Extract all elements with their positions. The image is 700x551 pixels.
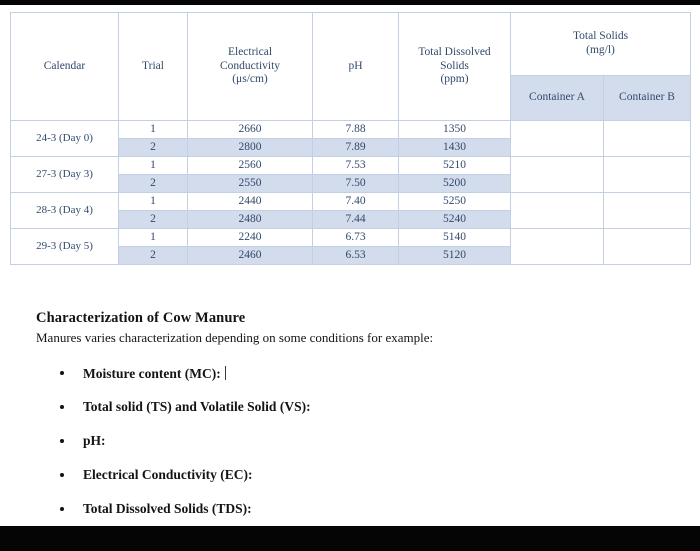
section-title: Characterization of Cow Manure [36,310,246,326]
cell-ph: 7.89 [312,138,399,157]
column-header-electrical-conductivity: Electrical Conductivity (μs/cm) [187,12,313,121]
cell-calendar: 27-3 (Day 3) [10,156,119,193]
cell-electrical-conductivity: 2660 [187,120,313,139]
cell-container-a [510,228,604,265]
bullet-item: Moisture content (MC): [36,365,656,382]
scan-artifact-bottom-bar [0,526,700,551]
header-line-1: Total Dissolved [418,46,491,59]
cell-electrical-conductivity: 2560 [187,156,313,175]
cell-total-dissolved-solids: 5120 [398,246,511,265]
cell-ph: 6.53 [312,246,399,265]
cell-trial: 2 [118,174,188,193]
column-header-total-solids: Total Solids (mg/l) [509,12,692,76]
cell-container-b [602,192,692,229]
cell-electrical-conductivity: 2240 [187,228,313,247]
cell-trial: 2 [118,246,188,265]
column-header-container-b: Container B [602,75,692,121]
cell-total-dissolved-solids: 5210 [398,156,511,175]
header-line-1: Total Solids [572,30,629,43]
cell-calendar: 24-3 (Day 0) [10,120,119,157]
cell-ph: 7.88 [312,120,399,139]
column-header-total-dissolved-solids: Total Dissolved Solids (ppm) [398,12,511,121]
cell-container-b [602,156,692,193]
cell-ph: 7.40 [312,192,399,211]
bullet-label: Electrical Conductivity (EC): [83,467,253,483]
header-line-2: Solids [440,59,469,72]
bullet-dot-icon [60,473,64,478]
measurements-table-container: Calendar Trial Electrical Conductivity (… [10,12,692,265]
column-header-ph: pH [312,12,399,121]
bullet-item: Total Dissolved Solids (TDS): [36,501,656,517]
cell-ph: 7.53 [312,156,399,175]
cell-container-b [602,228,692,265]
header-line-2: (mg/l) [586,44,615,56]
table-row: 24-3 (Day 0) 1 2660 7.88 1350 [10,120,692,157]
cell-trial: 1 [118,228,188,247]
table-row: 29-3 (Day 5) 1 2240 6.73 5140 [10,228,692,265]
bullet-dot-icon [60,507,64,512]
table-row: 27-3 (Day 3) 1 2560 7.53 5210 [10,156,692,193]
cell-total-dissolved-solids: 1350 [398,120,511,139]
table-header: Calendar Trial Electrical Conductivity (… [10,12,692,121]
bullet-label: Total solid (TS) and Volatile Solid (VS)… [83,399,311,415]
cell-ph: 7.44 [312,210,399,229]
cell-total-dissolved-solids: 5240 [398,210,511,229]
column-header-container-a: Container A [510,75,604,121]
column-header-calendar: Calendar [10,12,119,121]
bullet-label: pH: [83,433,106,449]
cell-trial: 2 [118,138,188,157]
cell-container-a [510,192,604,229]
bullet-item: pH: [36,433,656,449]
cell-electrical-conductivity: 2550 [187,174,313,193]
bullet-item: Electrical Conductivity (EC): [36,467,656,483]
cell-total-dissolved-solids: 5140 [398,228,511,247]
cell-electrical-conductivity: 2460 [187,246,313,265]
cell-total-dissolved-solids: 5250 [398,192,511,211]
cell-electrical-conductivity: 2440 [187,192,313,211]
header-line-2: Conductivity [219,59,281,72]
cell-calendar: 28-3 (Day 4) [10,192,119,229]
header-line-3: (μs/cm) [232,73,268,86]
bullet-label: Moisture content (MC): [83,365,221,381]
cell-ph: 7.50 [312,174,399,193]
bullet-label: Total Dissolved Solids (TDS): [83,501,252,517]
cell-total-dissolved-solids: 1430 [398,138,511,157]
cell-trial: 2 [118,210,188,229]
cell-container-b [602,120,692,157]
column-header-trial: Trial [118,12,188,121]
document-page: Calendar Trial Electrical Conductivity (… [0,5,700,526]
bullet-item: Total solid (TS) and Volatile Solid (VS)… [36,400,656,415]
header-line-1: Electrical [227,46,273,59]
bullet-dot-icon [60,405,64,410]
cell-container-a [510,120,604,157]
cell-calendar: 29-3 (Day 5) [10,228,119,265]
bullet-dot-icon [60,439,64,444]
characterization-bullet-list: Moisture content (MC): Total solid (TS) a… [36,365,656,517]
header-line-3: (ppm) [440,73,469,86]
cell-container-a [510,156,604,193]
table-body: 24-3 (Day 0) 1 2660 7.88 1350 2 2800 7.89 1430 27… [10,120,692,265]
bullet-dot-icon [60,370,64,375]
cell-trial: 1 [118,156,188,175]
table-header-row-main: Calendar Trial Electrical Conductivity (… [10,12,692,121]
measurements-table: Calendar Trial Electrical Conductivity (… [10,12,692,265]
section-intro: Manures varies characterization dependin… [36,330,434,346]
cell-electrical-conductivity: 2480 [187,210,313,229]
cell-total-dissolved-solids: 5200 [398,174,511,193]
cell-trial: 1 [118,192,188,211]
cell-ph: 6.73 [312,228,399,247]
characterization-section: Characterization of Cow Manure Manures v… [36,310,656,536]
text-cursor-caret [224,365,226,380]
cell-trial: 1 [118,120,188,139]
cell-electrical-conductivity: 2800 [187,138,313,157]
table-row: 28-3 (Day 4) 1 2440 7.40 5250 [10,192,692,229]
